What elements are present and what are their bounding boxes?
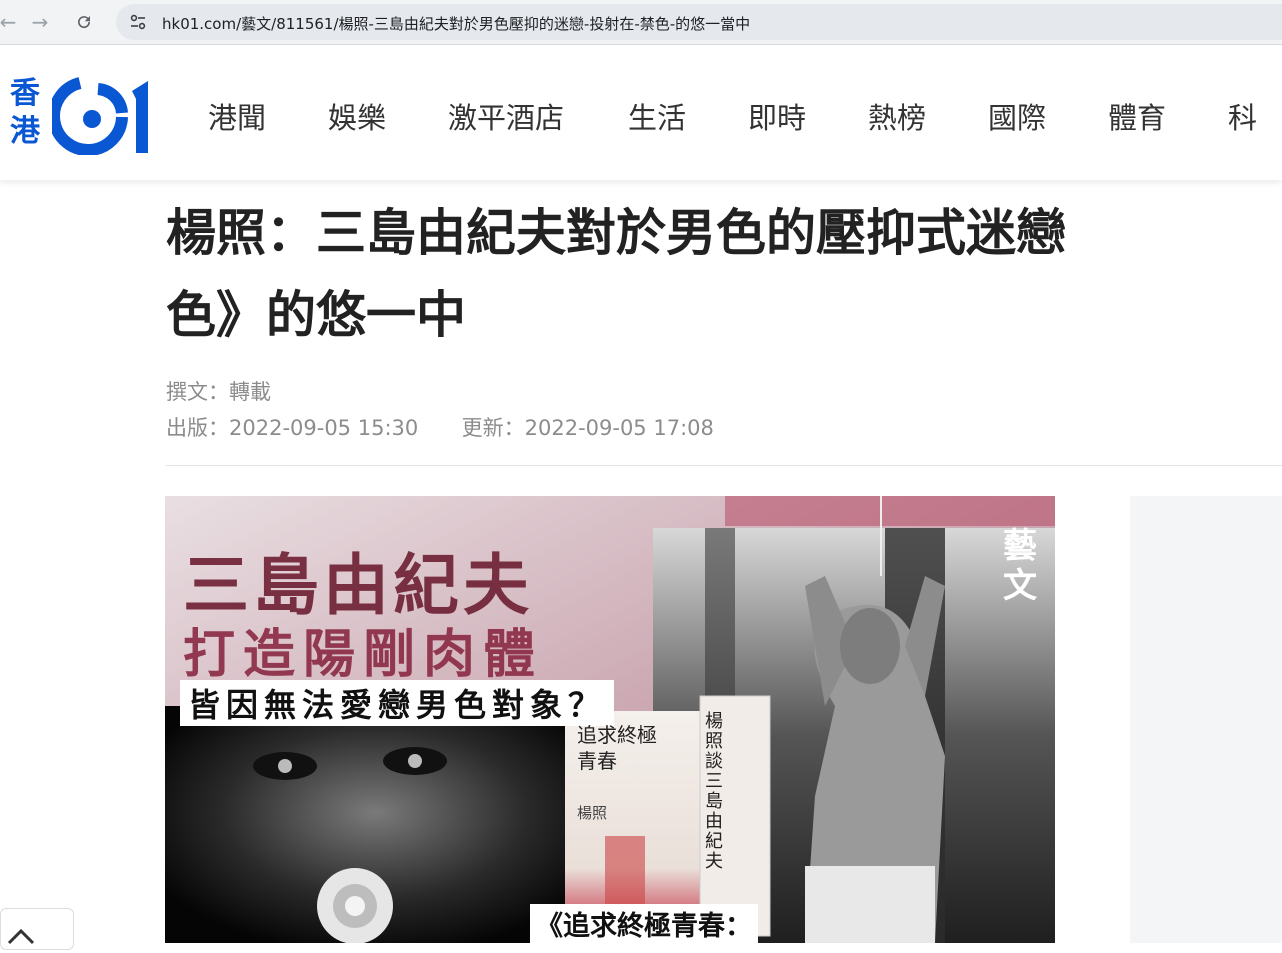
tune-icon[interactable] bbox=[128, 12, 148, 32]
site-logo[interactable]: 香港 bbox=[10, 75, 160, 155]
url-text[interactable]: hk01.com/藝文/811561/楊照-三島由紀夫對於男色壓抑的迷戀-投射在… bbox=[162, 13, 750, 34]
article-dates: 出版：2022-09-05 15:30 更新：2022-09-05 17:08 bbox=[166, 412, 714, 442]
browser-toolbar: ← → hk01.com/藝文/811561/楊照-三島由紀夫對於男色壓抑的迷戀… bbox=[0, 0, 1282, 45]
sidebar-ad-panel bbox=[1130, 496, 1282, 943]
book-spine-title: 楊照談三島由紀夫 bbox=[705, 711, 723, 872]
reload-icon[interactable] bbox=[70, 8, 98, 36]
title-line-2: 色》的悠一中 bbox=[166, 286, 466, 344]
arrow-left-icon[interactable]: ← bbox=[0, 8, 22, 36]
nav-item-instant[interactable]: 即時 bbox=[748, 95, 806, 137]
scroll-to-top-button[interactable] bbox=[0, 908, 74, 950]
nav-item-hotel[interactable]: 激平酒店 bbox=[448, 95, 564, 137]
divider bbox=[166, 465, 1282, 466]
updated-date: 更新：2022-09-05 17:08 bbox=[461, 416, 714, 440]
nav-item-entertainment[interactable]: 娛樂 bbox=[328, 95, 386, 137]
nav-item-international[interactable]: 國際 bbox=[988, 95, 1046, 137]
article-hero-image[interactable]: 三島由紀夫 打造陽剛肉體 皆因無法愛戀男色對象？ 藝文 追求終極青春 楊照談三島… bbox=[165, 496, 1055, 943]
hero-headline-3: 皆因無法愛戀男色對象？ bbox=[180, 680, 615, 726]
address-bar[interactable]: hk01.com/藝文/811561/楊照-三島由紀夫對於男色壓抑的迷戀-投射在… bbox=[116, 4, 1282, 40]
title-line-1: 楊照：三島由紀夫對於男色的壓抑式迷戀 bbox=[166, 204, 1066, 262]
published-date: 出版：2022-09-05 15:30 bbox=[166, 416, 419, 440]
book-title: 追求終極青春 bbox=[577, 723, 657, 773]
article-title: 楊照：三島由紀夫對於男色的壓抑式迷戀 色》的悠一中 bbox=[166, 192, 1276, 356]
author-byline: 撰文：轉載 bbox=[166, 380, 271, 404]
site-header: 香港 港聞 娛樂 激平酒店 生活 即時 熱榜 國際 體育 科 bbox=[0, 45, 1282, 180]
hero-headline-2: 打造陽剛肉體 bbox=[183, 624, 544, 685]
hero-bottom-caption: 《追求終極青春： bbox=[530, 904, 758, 943]
nav-item-lifestyle[interactable]: 生活 bbox=[628, 95, 686, 137]
logo-01-mark bbox=[52, 77, 148, 155]
nav-item-news[interactable]: 港聞 bbox=[208, 95, 266, 137]
chevron-up-icon bbox=[7, 928, 35, 945]
hero-corner-tag: 藝文 bbox=[1003, 526, 1037, 606]
book-author: 楊照 bbox=[577, 804, 608, 822]
nav-item-sports[interactable]: 體育 bbox=[1108, 95, 1166, 137]
arrow-right-icon[interactable]: → bbox=[26, 8, 54, 36]
logo-text: 香港 bbox=[10, 76, 40, 149]
nav-item-tech[interactable]: 科 bbox=[1228, 95, 1257, 137]
nav-item-hot[interactable]: 熱榜 bbox=[868, 95, 926, 137]
